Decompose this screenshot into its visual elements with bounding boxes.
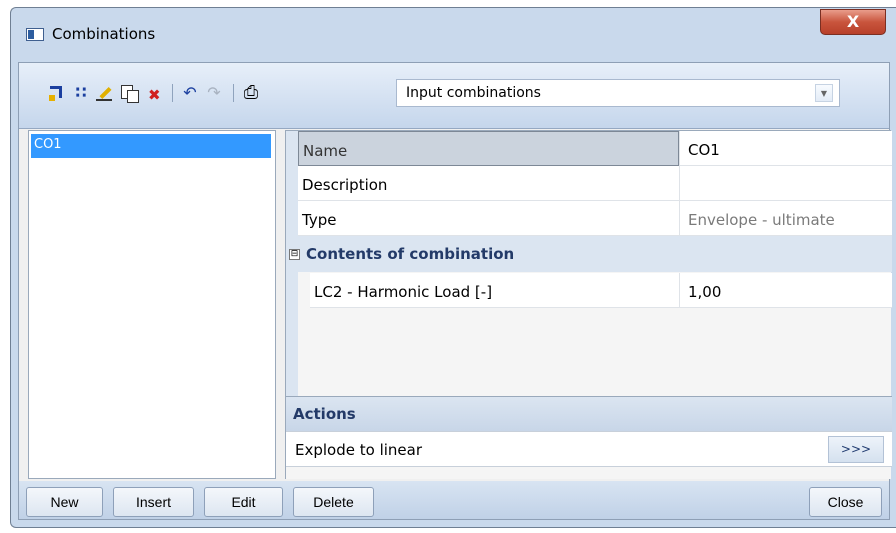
property-label: Type [298, 201, 679, 236]
chevron-down-icon[interactable]: ▼ [815, 84, 833, 102]
property-label: Description [298, 166, 679, 201]
dialog-client: ∷ ↶ ↷ ⎙ Input combinations ▼ CO1 Name [18, 62, 892, 520]
button-bar: New Insert Edit Delete Close [19, 481, 889, 519]
edit-pencil-icon[interactable] [94, 82, 116, 104]
explode-to-linear-button[interactable]: >>> [828, 436, 884, 463]
mode-select[interactable]: Input combinations ▼ [396, 79, 840, 107]
delete-icon[interactable] [142, 82, 164, 106]
title-bar: Combinations X [11, 8, 896, 60]
collapse-icon[interactable]: ⊟ [289, 249, 300, 260]
action-row: Explode to linear >>> [286, 431, 892, 467]
delete-button[interactable]: Delete [293, 487, 374, 517]
undo-icon[interactable]: ↶ [179, 82, 201, 104]
toolbar-separator [172, 84, 173, 102]
splitter[interactable] [276, 130, 285, 479]
combinations-window: Combinations X ∷ ↶ ↷ ⎙ Input combination… [10, 7, 896, 528]
contents-section-header[interactable]: ⊟ Contents of combination [286, 236, 892, 272]
new-arrow-icon[interactable] [46, 82, 68, 104]
property-label: LC2 - Harmonic Load [-] [310, 273, 679, 308]
generate-icon[interactable]: ∷ [70, 82, 92, 104]
window-title: Combinations [52, 25, 156, 43]
action-label: Explode to linear [295, 441, 422, 459]
property-row-load-case[interactable]: LC2 - Harmonic Load [-] 1,00 [310, 273, 892, 309]
load-factor-field[interactable]: 1,00 [679, 273, 892, 308]
type-value-field: Envelope - ultimate [679, 201, 892, 236]
property-row-description[interactable]: Description [298, 166, 892, 202]
print-icon[interactable]: ⎙ [240, 82, 262, 104]
properties-panel: Name CO1 Description Type Envelope - ult… [285, 130, 892, 479]
property-row-type[interactable]: Type Envelope - ultimate [298, 201, 892, 237]
mode-select-value: Input combinations [406, 85, 541, 101]
new-button[interactable]: New [26, 487, 103, 517]
actions-header: Actions [286, 396, 892, 431]
property-label: Name [298, 131, 679, 166]
toolbar: ∷ ↶ ↷ ⎙ Input combinations ▼ [19, 63, 889, 129]
toolbar-separator [233, 84, 234, 102]
property-row-name[interactable]: Name CO1 [298, 131, 892, 167]
insert-button[interactable]: Insert [113, 487, 194, 517]
section-title: Contents of combination [306, 245, 515, 263]
close-button[interactable]: Close [809, 487, 882, 517]
copy-icon[interactable] [118, 82, 140, 104]
name-value-field[interactable]: CO1 [679, 131, 892, 166]
list-item[interactable]: CO1 [31, 134, 271, 158]
redo-icon[interactable]: ↷ [203, 82, 225, 104]
toolbar-icons: ∷ ↶ ↷ ⎙ [46, 81, 264, 106]
combinations-list[interactable]: CO1 [28, 130, 276, 479]
window-icon [26, 28, 44, 41]
description-value-field[interactable] [679, 166, 892, 201]
edit-button[interactable]: Edit [204, 487, 283, 517]
window-close-button[interactable]: X [820, 9, 886, 35]
